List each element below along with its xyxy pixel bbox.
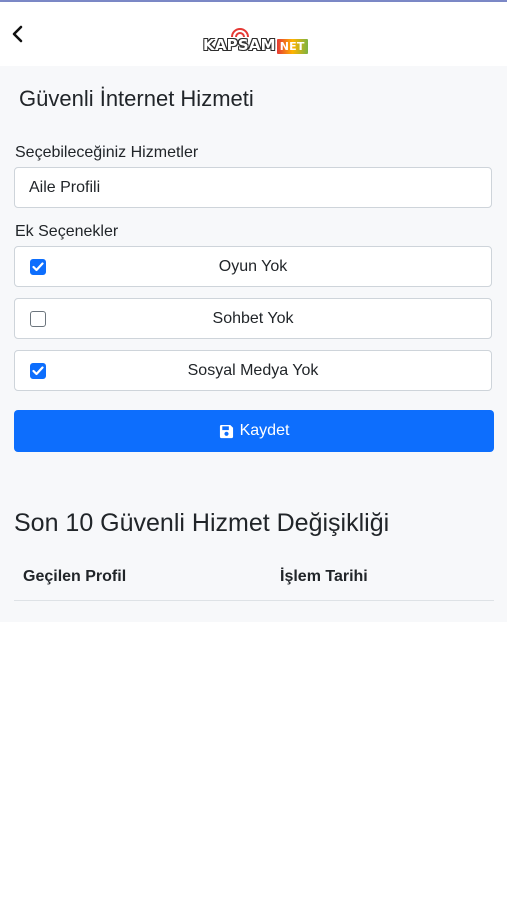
extras-label: Ek Seçenekler [15, 223, 119, 240]
option-label: Sohbet Yok [212, 309, 294, 327]
main-content: Güvenli İnternet Hizmeti Seçebileceğiniz… [0, 66, 507, 622]
column-header-date: İşlem Tarihi [280, 568, 368, 585]
column-header-profile: Geçilen Profil [23, 568, 127, 585]
page-title: Güvenli İnternet Hizmeti [19, 86, 254, 111]
service-select-value: Aile Profili [29, 178, 101, 196]
option-sosyal-medya-yok[interactable]: Sosyal Medya Yok [14, 350, 492, 391]
history-title: Son 10 Güvenli Hizmet Değişikliği [14, 509, 390, 537]
back-button[interactable] [6, 20, 30, 48]
option-sohbet-yok[interactable]: Sohbet Yok [14, 298, 492, 339]
kapsamnet-logo: KAPSAM NET [203, 26, 323, 54]
floppy-disk-icon [219, 424, 233, 438]
save-button-label: Kaydet [239, 422, 290, 439]
service-select[interactable]: Aile Profili [14, 167, 492, 208]
option-oyun-yok[interactable]: Oyun Yok [14, 246, 492, 287]
app-header: KAPSAM NET [0, 2, 507, 66]
logo-text-kapsam: KAPSAM [203, 36, 276, 54]
logo-text-net: NET [276, 39, 308, 54]
chevron-left-icon [12, 25, 23, 43]
option-label: Oyun Yok [218, 257, 288, 275]
option-label: Sosyal Medya Yok [187, 361, 319, 379]
table-header-divider [14, 600, 494, 601]
save-button[interactable]: Kaydet [14, 410, 494, 452]
services-label: Seçebileceğiniz Hizmetler [15, 144, 199, 161]
